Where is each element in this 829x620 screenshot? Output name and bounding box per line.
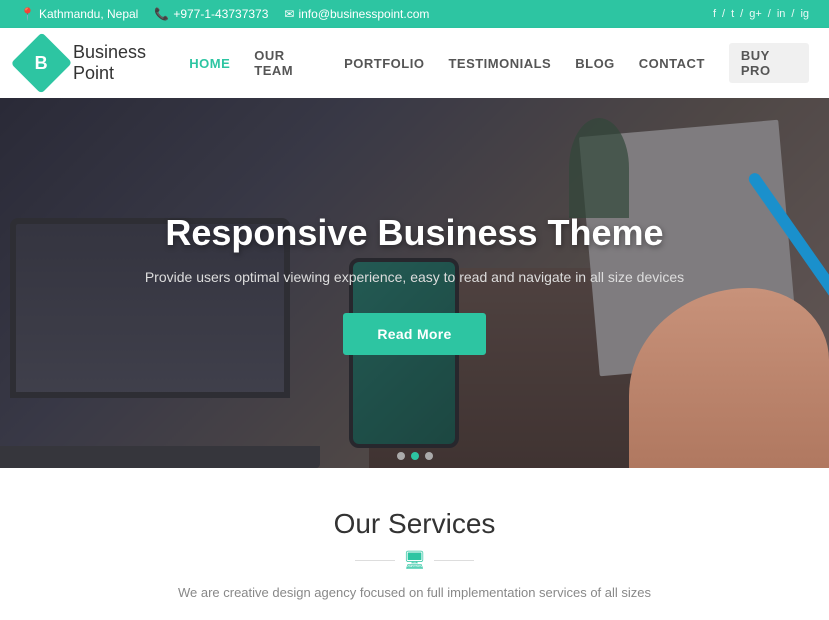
nav-testimonials[interactable]: TESTIMONIALS [448, 56, 551, 71]
logo-diamond: B [11, 32, 72, 93]
nav-contact[interactable]: CONTACT [639, 56, 705, 71]
divider-1: / [722, 8, 725, 20]
nav-portfolio[interactable]: PORTFOLIO [344, 56, 424, 71]
hero-title: Responsive Business Theme [145, 211, 684, 254]
location-text: Kathmandu, Nepal [39, 7, 138, 21]
dot-2[interactable] [411, 452, 419, 460]
logo-letter: B [35, 53, 48, 74]
divider-3: / [768, 8, 771, 20]
email-icon: ✉ [284, 7, 294, 21]
email-text: info@businesspoint.com [298, 7, 429, 21]
header: B Business Point HOME OUR TEAM PORTFOLIO… [0, 28, 829, 98]
divider-4: / [791, 8, 794, 20]
divider-monitor-icon: 🖥 [403, 550, 426, 571]
services-divider: 🖥 [20, 550, 809, 571]
phone-item: 📞 +977-1-43737373 [154, 7, 268, 21]
instagram-icon[interactable]: ig [800, 8, 809, 20]
hero-section: Responsive Business Theme Provide users … [0, 98, 829, 468]
top-bar: 📍 Kathmandu, Nepal 📞 +977-1-43737373 ✉ i… [0, 0, 829, 28]
phone-icon: 📞 [154, 7, 169, 21]
location-icon: 📍 [20, 7, 35, 21]
divider-line-right [434, 560, 474, 561]
dot-1[interactable] [397, 452, 405, 460]
twitter-icon[interactable]: t [731, 8, 734, 20]
logo-text: Business Point [73, 42, 189, 84]
services-subtitle: We are creative design agency focused on… [175, 585, 655, 600]
hero-subtitle: Provide users optimal viewing experience… [145, 269, 684, 285]
linkedin-icon[interactable]: in [777, 8, 786, 20]
location-item: 📍 Kathmandu, Nepal [20, 7, 138, 21]
hero-content: Responsive Business Theme Provide users … [125, 211, 704, 354]
divider-2: / [740, 8, 743, 20]
divider-line-left [355, 560, 395, 561]
logo-area[interactable]: B Business Point [20, 41, 189, 85]
social-icons: f / t / g+ / in / ig [713, 8, 809, 20]
hero-cta-button[interactable]: Read more [343, 313, 485, 355]
top-bar-left: 📍 Kathmandu, Nepal 📞 +977-1-43737373 ✉ i… [20, 7, 429, 21]
nav-buy-pro[interactable]: BUY PRO [729, 43, 809, 83]
phone-text: +977-1-43737373 [173, 7, 268, 21]
googleplus-icon[interactable]: g+ [749, 8, 762, 20]
dot-3[interactable] [425, 452, 433, 460]
nav-our-team[interactable]: OUR TEAM [254, 48, 320, 78]
services-title: Our Services [20, 508, 809, 540]
nav-home[interactable]: HOME [189, 56, 230, 71]
main-nav: HOME OUR TEAM PORTFOLIO TESTIMONIALS BLO… [189, 43, 809, 83]
nav-blog[interactable]: BLOG [575, 56, 615, 71]
email-item: ✉ info@businesspoint.com [284, 7, 429, 21]
services-section: Our Services 🖥 We are creative design ag… [0, 468, 829, 620]
slider-dots [397, 452, 433, 460]
facebook-icon[interactable]: f [713, 8, 716, 20]
